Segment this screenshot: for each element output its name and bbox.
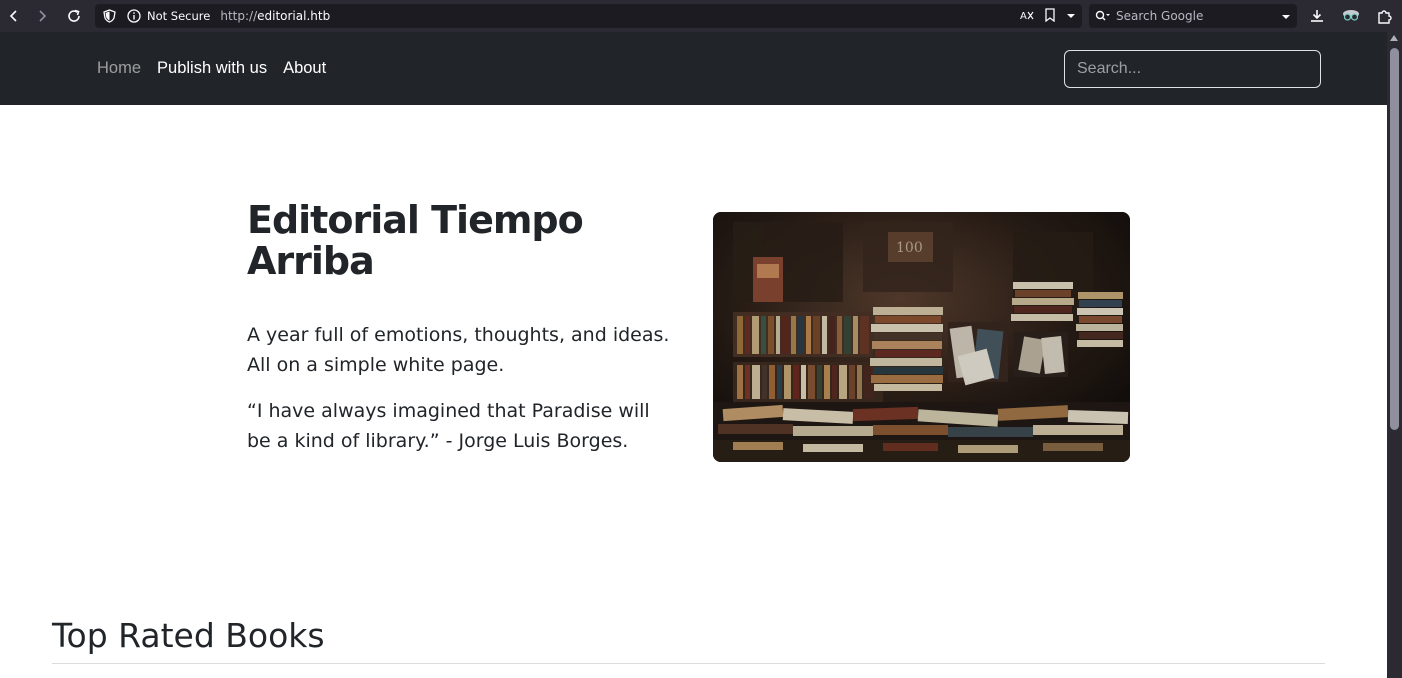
site-info-icon[interactable] bbox=[127, 9, 143, 23]
url-host: editorial.htb bbox=[257, 9, 331, 23]
browser-search-box[interactable]: Search Google bbox=[1089, 4, 1297, 28]
url-bar[interactable]: Not Secure http://editorial.htb A bbox=[95, 4, 1082, 28]
top-rated-heading: Top Rated Books bbox=[52, 616, 325, 655]
nav-link-about[interactable]: About bbox=[275, 59, 334, 78]
svg-text:A: A bbox=[1020, 11, 1027, 22]
bookmark-icon[interactable] bbox=[1044, 7, 1056, 25]
browser-search-placeholder: Search Google bbox=[1116, 9, 1204, 23]
browser-toolbar: Not Secure http://editorial.htb A Search… bbox=[0, 0, 1402, 32]
bookstore-photo-icon: 100 bbox=[713, 212, 1130, 462]
download-icon[interactable] bbox=[1307, 6, 1327, 26]
nav-links: Home Publish with us About bbox=[89, 32, 334, 105]
hero-lead-text: A year full of emotions, thoughts, and i… bbox=[247, 324, 670, 376]
hero-title: Editorial Tiempo Arriba bbox=[247, 198, 584, 283]
search-dropdown-icon[interactable] bbox=[1281, 10, 1291, 24]
hero-bookstore-image: 100 bbox=[713, 212, 1130, 462]
tracking-protection-icon[interactable] bbox=[103, 9, 119, 23]
profile-avatar-icon[interactable] bbox=[1341, 6, 1361, 26]
extensions-icon[interactable] bbox=[1375, 6, 1395, 26]
url-text[interactable]: http://editorial.htb bbox=[220, 9, 330, 23]
url-scheme: http:// bbox=[220, 9, 258, 23]
page-scrollbar[interactable] bbox=[1387, 32, 1402, 678]
hero-quote-text: “I have always imagined that Paradise wi… bbox=[247, 400, 650, 452]
site-navbar: Home Publish with us About bbox=[0, 32, 1387, 105]
site-search-input[interactable] bbox=[1064, 50, 1321, 88]
back-arrow-icon bbox=[9, 10, 17, 22]
search-icon bbox=[1095, 10, 1111, 22]
section-divider bbox=[52, 663, 1325, 664]
forward-button[interactable] bbox=[28, 2, 56, 30]
scroll-up-arrow-icon[interactable] bbox=[1390, 35, 1398, 41]
nav-link-publish[interactable]: Publish with us bbox=[149, 59, 275, 78]
reload-button[interactable] bbox=[60, 2, 88, 30]
chevron-down-icon[interactable] bbox=[1066, 9, 1076, 23]
nav-link-home[interactable]: Home bbox=[89, 59, 149, 78]
reload-icon bbox=[68, 9, 80, 22]
translate-icon[interactable]: A bbox=[1020, 8, 1034, 25]
scrollbar-thumb[interactable] bbox=[1390, 48, 1399, 430]
not-secure-label: Not Secure bbox=[147, 9, 211, 23]
back-button[interactable] bbox=[0, 2, 28, 30]
forward-arrow-icon bbox=[39, 10, 47, 22]
